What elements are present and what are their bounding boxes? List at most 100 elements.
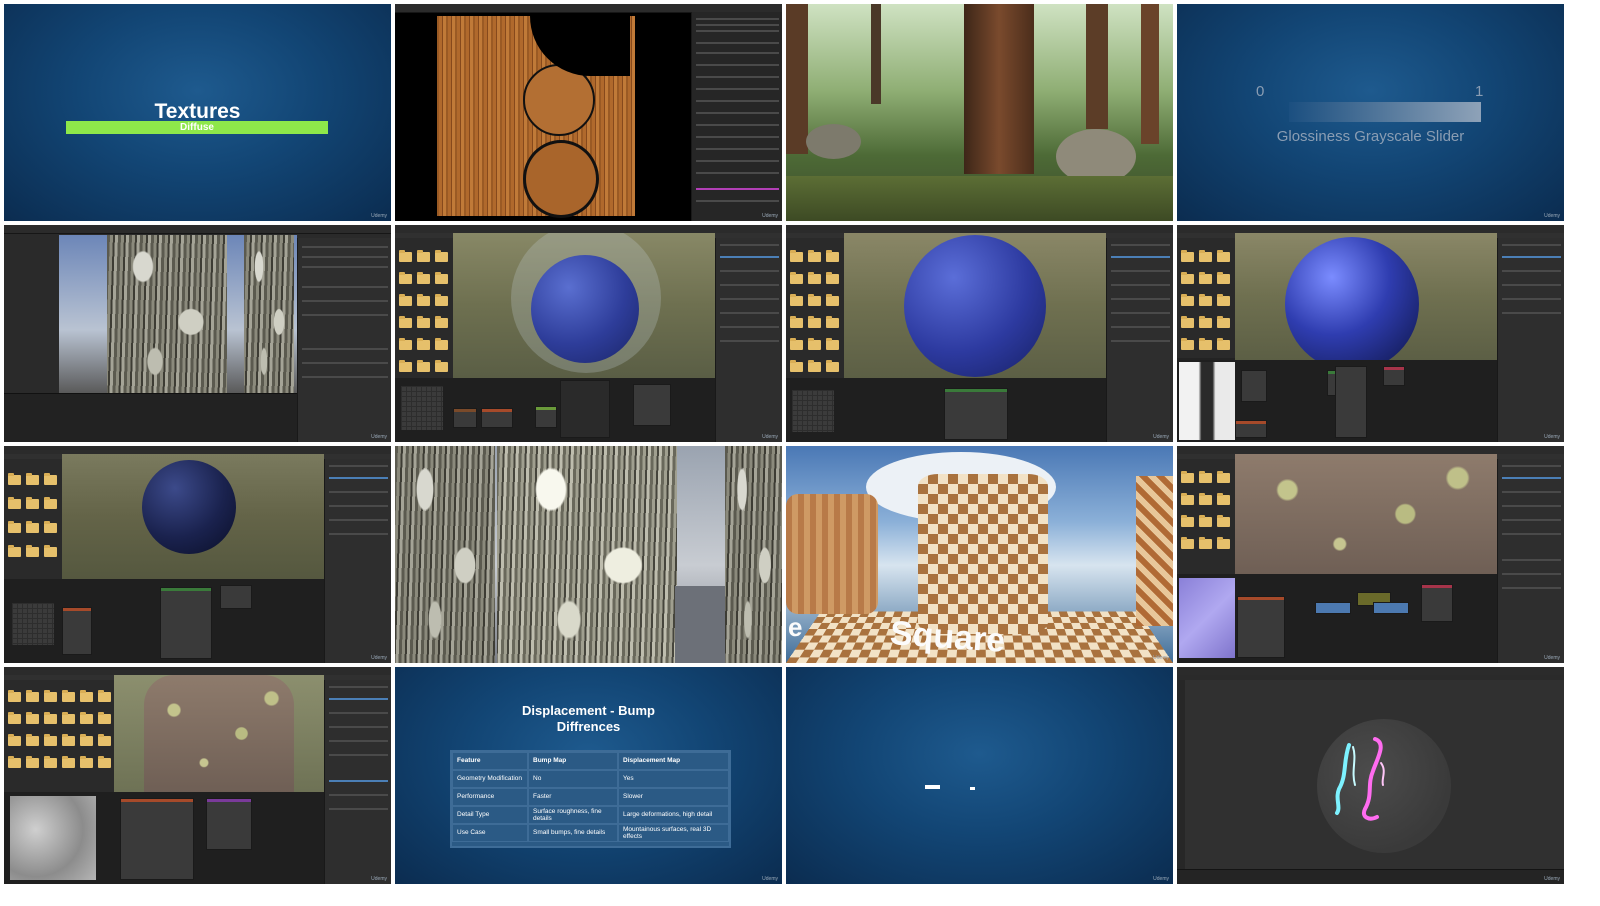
3d-viewport[interactable] (1235, 233, 1497, 360)
shader-node[interactable] (1241, 370, 1267, 402)
scene-viewport[interactable] (59, 235, 297, 393)
tile-blank-blue[interactable]: Udemy (786, 667, 1173, 884)
shader-node[interactable] (160, 587, 212, 659)
slide-title-line2: Diffrences (556, 719, 621, 734)
asset-browser[interactable] (786, 238, 844, 378)
shader-node[interactable] (453, 408, 477, 428)
tile-sphere-blue[interactable]: Udemy (786, 225, 1173, 442)
shader-node[interactable] (1383, 366, 1405, 386)
3d-viewport[interactable] (114, 675, 324, 792)
watermark: Udemy (1153, 434, 1169, 440)
tile-sphere-dark[interactable]: Udemy (4, 446, 391, 663)
texture-preview (401, 386, 443, 430)
inspector-panel[interactable] (297, 238, 391, 442)
shader-node[interactable] (944, 388, 1008, 440)
tree-trunk-left (786, 4, 808, 154)
watermark: Udemy (371, 876, 387, 882)
sphere-shiny (1285, 237, 1419, 360)
node-editor[interactable] (4, 792, 324, 884)
tile-ground-displacement[interactable]: Udemy (4, 667, 391, 884)
shader-node[interactable] (220, 585, 252, 609)
table-header-cell: Displacement Map (618, 752, 729, 770)
cylinder-left (786, 494, 878, 614)
properties-panel[interactable] (1497, 459, 1564, 663)
thumbnail-grid: Textures Diffuse Udemy Udemy 0 1 Glossin… (0, 0, 1600, 906)
tile-wood-uv-editor[interactable]: Udemy (395, 4, 782, 221)
tree-trunk-far-right (1141, 4, 1159, 144)
shader-node[interactable] (481, 408, 513, 428)
tile-bark-unity[interactable]: Udemy (4, 225, 391, 442)
node-editor[interactable] (1177, 360, 1497, 442)
image-texture-node[interactable] (120, 798, 194, 880)
3d-viewport[interactable] (1235, 454, 1497, 574)
bottom-toolbar[interactable] (1177, 869, 1564, 884)
context-menu[interactable] (560, 380, 610, 438)
node-editor[interactable] (1177, 574, 1497, 663)
node-editor[interactable] (786, 378, 1106, 442)
neon-stroke-pink-2 (1380, 762, 1385, 786)
properties-panel[interactable] (691, 12, 782, 221)
tile-glossiness-slider[interactable]: 0 1 Glossiness Grayscale Slider Udemy (1177, 4, 1564, 221)
dash-right (970, 787, 975, 790)
tile-bark-closeup[interactable] (395, 446, 782, 663)
watermark: Udemy (1544, 876, 1560, 882)
tree-trunk-back (871, 4, 881, 104)
table-header-cell: Feature (452, 752, 528, 770)
shader-node[interactable] (1237, 596, 1285, 658)
rock-2 (806, 124, 861, 159)
watermark: Udemy (371, 655, 387, 661)
wood-circle-bottom (523, 140, 599, 218)
sphere-dark (142, 460, 236, 554)
shader-node[interactable] (62, 607, 92, 655)
tree-trunk-main (964, 4, 1034, 174)
watermark: Udemy (1544, 434, 1560, 440)
glossiness-gradient-bar[interactable] (1289, 102, 1481, 122)
sphere-blue (531, 255, 639, 363)
tile-textures-title[interactable]: Textures Diffuse Udemy (4, 4, 391, 221)
3d-viewport[interactable] (62, 454, 324, 579)
bark-trunk-right (244, 235, 294, 393)
tile-square-checker[interactable]: Square e Udemy (786, 446, 1173, 663)
shader-node[interactable] (1373, 602, 1409, 614)
shader-node[interactable] (633, 384, 671, 426)
properties-panel[interactable] (324, 680, 391, 884)
shader-node[interactable] (535, 406, 557, 428)
shader-node[interactable] (1235, 420, 1267, 438)
console-panel[interactable] (4, 393, 297, 442)
tile-sphere-translucent[interactable]: Udemy (395, 225, 782, 442)
texture-preview (792, 390, 834, 432)
watermark: Udemy (371, 213, 387, 219)
tile-sphere-shiny[interactable]: Udemy (1177, 225, 1564, 442)
asset-browser[interactable] (1177, 238, 1235, 358)
table-cell: No (528, 770, 618, 788)
bark-trunk-main (107, 235, 227, 393)
forest-floor (786, 176, 1173, 221)
3d-viewport[interactable] (844, 233, 1106, 378)
watermark: Udemy (371, 434, 387, 440)
properties-panel[interactable] (715, 238, 782, 442)
table-cell: Large deformations, high detail (618, 806, 729, 824)
tile-ground-nodes[interactable]: Udemy (1177, 446, 1564, 663)
roughness-preview (1179, 362, 1235, 440)
displaced-cylinder (144, 675, 294, 792)
properties-panel[interactable] (1106, 238, 1173, 442)
shader-node[interactable] (1315, 602, 1351, 614)
node-editor[interactable] (4, 579, 324, 663)
table-cell: Geometry Modification (452, 770, 528, 788)
texture-preview (12, 603, 54, 645)
asset-browser[interactable] (1177, 459, 1235, 574)
sphere-blue (904, 235, 1046, 377)
asset-browser[interactable] (4, 459, 62, 579)
tile-displacement-table[interactable]: Displacement - Bump Diffrences Feature Bu… (395, 667, 782, 884)
tile-neon-strokes[interactable]: Udemy (1177, 667, 1564, 884)
3d-viewport[interactable] (453, 233, 715, 378)
displacement-node[interactable] (206, 798, 252, 850)
asset-browser[interactable] (395, 238, 453, 378)
properties-panel[interactable] (324, 459, 391, 663)
node-editor[interactable] (395, 378, 715, 442)
tile-forest-scene[interactable] (786, 4, 1173, 221)
asset-browser[interactable] (4, 680, 114, 792)
properties-panel[interactable] (1497, 238, 1564, 442)
shader-node[interactable] (1421, 584, 1453, 622)
shader-node[interactable] (1335, 366, 1367, 438)
